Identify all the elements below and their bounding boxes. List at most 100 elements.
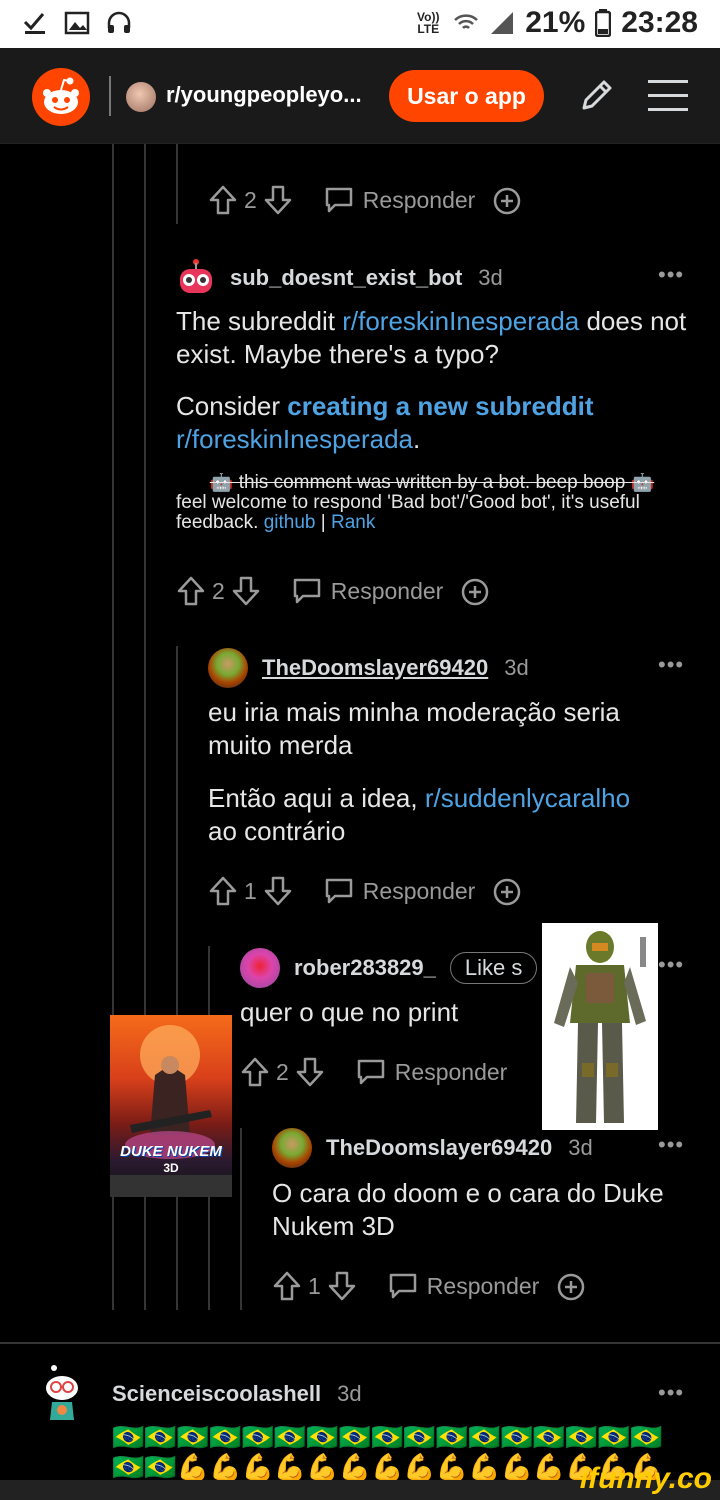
snoo-avatar-icon[interactable] xyxy=(40,1362,88,1426)
battery-icon xyxy=(595,9,612,37)
subreddit-avatar[interactable] xyxy=(126,82,156,112)
upvote-icon[interactable] xyxy=(176,575,206,607)
comment-actions: 2 Responder xyxy=(176,575,491,607)
poster-title: DUKE NUKEM xyxy=(120,1143,222,1160)
reply-label: Responder xyxy=(330,577,444,604)
comment-time: 3d xyxy=(568,1135,593,1160)
bot-footer-text: feel welcome to respond 'Bad bot'/'Good … xyxy=(176,492,640,533)
upvote-icon[interactable] xyxy=(272,1270,302,1302)
user-avatar[interactable] xyxy=(208,648,248,688)
subreddit-link[interactable]: r/suddenlycaralho xyxy=(425,783,630,813)
comment-time: 3d xyxy=(337,1381,362,1406)
comment-username[interactable]: TheDoomslayer69420 xyxy=(262,655,488,681)
status-bar: Vo)) LTE 21% 23:28 xyxy=(0,0,720,48)
downvote-icon[interactable] xyxy=(327,1270,357,1302)
user-avatar[interactable] xyxy=(240,948,280,988)
doom-slayer-art xyxy=(554,931,646,1123)
vote-count: 2 xyxy=(244,186,257,213)
award-icon[interactable] xyxy=(459,575,491,607)
comment-actions: 1 Responder xyxy=(208,875,523,907)
comment-actions: 2 Responder xyxy=(208,184,523,216)
more-options-icon[interactable]: ••• xyxy=(658,1380,684,1406)
upvote-icon[interactable] xyxy=(208,184,238,216)
separator: | xyxy=(315,512,331,533)
subreddit-link[interactable]: r/foreskinInesperada xyxy=(342,306,579,336)
bot-strike-text: 🤖 this comment was written by a bot. bee… xyxy=(209,473,655,493)
thread-line[interactable] xyxy=(176,646,178,1310)
speech-bubble-icon xyxy=(325,187,353,213)
comment-username[interactable]: rober283829_ xyxy=(294,955,436,981)
create-subreddit-link[interactable]: creating a new subreddit xyxy=(287,391,593,421)
comment-header: TheDoomslayer69420 3d xyxy=(272,1128,593,1168)
hamburger-menu-icon[interactable] xyxy=(648,78,688,114)
upvote-icon[interactable] xyxy=(208,875,238,907)
subreddit-link[interactable]: r/foreskinInesperada xyxy=(176,424,413,454)
comment-username[interactable]: Scienceiscoolashell xyxy=(112,1381,321,1407)
speech-bubble-icon xyxy=(293,578,321,604)
vote-count: 1 xyxy=(308,1272,321,1299)
comment-text: The subreddit xyxy=(176,306,343,336)
upvote-icon[interactable] xyxy=(240,1056,270,1088)
comment-actions: 1 Responder xyxy=(272,1270,587,1302)
reply-button[interactable]: Responder xyxy=(355,1057,508,1087)
comment-time: 3d xyxy=(504,655,529,680)
header-divider xyxy=(109,76,111,116)
checkmark-download-icon xyxy=(23,13,45,34)
comment-text: Consider xyxy=(176,391,288,421)
thread-line[interactable] xyxy=(240,1128,242,1310)
subreddit-name[interactable]: r/youngpeopleyo... xyxy=(166,82,362,108)
reply-label: Responder xyxy=(426,1272,540,1299)
comment-header: TheDoomslayer69420 3d xyxy=(208,648,529,688)
more-options-icon[interactable]: ••• xyxy=(658,952,684,978)
comment-header: Scienceiscoolashell 3d xyxy=(40,1362,362,1426)
vote-count: 1 xyxy=(244,877,257,904)
more-options-icon[interactable]: ••• xyxy=(658,262,684,288)
robot-avatar-icon[interactable] xyxy=(176,258,216,298)
reply-label: Responder xyxy=(394,1058,508,1085)
emoji-line: 🇧🇷🇧🇷🇧🇷🇧🇷🇧🇷🇧🇷🇧🇷🇧🇷🇧🇷🇧🇷🇧🇷🇧🇷🇧🇷🇧🇷🇧🇷🇧🇷🇧🇷 xyxy=(112,1422,663,1452)
comment-body: eu iria mais minha moderação seria muito… xyxy=(208,697,620,760)
award-icon[interactable] xyxy=(555,1270,587,1302)
more-options-icon[interactable]: ••• xyxy=(658,1132,684,1158)
reply-button[interactable]: Responder xyxy=(323,876,475,906)
reddit-logo-icon[interactable] xyxy=(32,68,90,126)
award-icon[interactable] xyxy=(491,875,523,907)
signal-icon xyxy=(491,12,514,34)
more-options-icon[interactable]: ••• xyxy=(658,652,684,678)
clock: 23:28 xyxy=(621,6,698,39)
bot-footer: 🤖 this comment was written by a bot. bee… xyxy=(176,473,688,533)
comment-username[interactable]: TheDoomslayer69420 xyxy=(326,1135,552,1161)
reply-label: Responder xyxy=(362,186,476,213)
comment-actions: 2 Responder xyxy=(240,1056,507,1088)
vote-count: 2 xyxy=(276,1058,289,1085)
github-link[interactable]: github xyxy=(264,512,316,533)
reply-button[interactable]: Responder xyxy=(387,1271,540,1301)
comment-header: rober283829_ Like s xyxy=(240,948,538,988)
network-indicator: Vo)) LTE xyxy=(417,10,440,36)
rank-link[interactable]: Rank xyxy=(331,512,375,533)
downvote-icon[interactable] xyxy=(263,875,293,907)
downvote-icon[interactable] xyxy=(263,184,293,216)
comment-text: . xyxy=(413,424,421,454)
speech-bubble-icon xyxy=(357,1059,385,1085)
comment-separator xyxy=(0,1342,720,1344)
pencil-icon[interactable] xyxy=(576,76,616,116)
ifunny-watermark: ifunny.co xyxy=(579,1462,712,1495)
poster-subtitle: 3D xyxy=(163,1161,179,1175)
reply-button[interactable]: Responder xyxy=(291,576,444,606)
comment-body: Consider creating a new subreddit r/fores… xyxy=(176,390,696,456)
downvote-icon[interactable] xyxy=(231,575,261,607)
doom-slayer-figure-image xyxy=(542,923,658,1130)
use-app-button[interactable]: Usar o app xyxy=(389,70,544,122)
comment-header: sub_doesnt_exist_bot 3d xyxy=(176,258,503,298)
downvote-icon[interactable] xyxy=(295,1056,325,1088)
thread-line[interactable] xyxy=(176,144,178,224)
user-avatar[interactable] xyxy=(272,1128,312,1168)
comment-body: O cara do doom e o cara do Duke Nukem 3D xyxy=(272,1178,664,1241)
duke-nukem-poster-image: DUKE NUKEM 3D xyxy=(110,1015,232,1197)
award-icon[interactable] xyxy=(491,184,523,216)
reply-button[interactable]: Responder xyxy=(323,185,476,215)
comment-username[interactable]: sub_doesnt_exist_bot xyxy=(230,265,462,291)
vote-count: 2 xyxy=(212,577,225,604)
wifi-icon xyxy=(454,14,479,29)
